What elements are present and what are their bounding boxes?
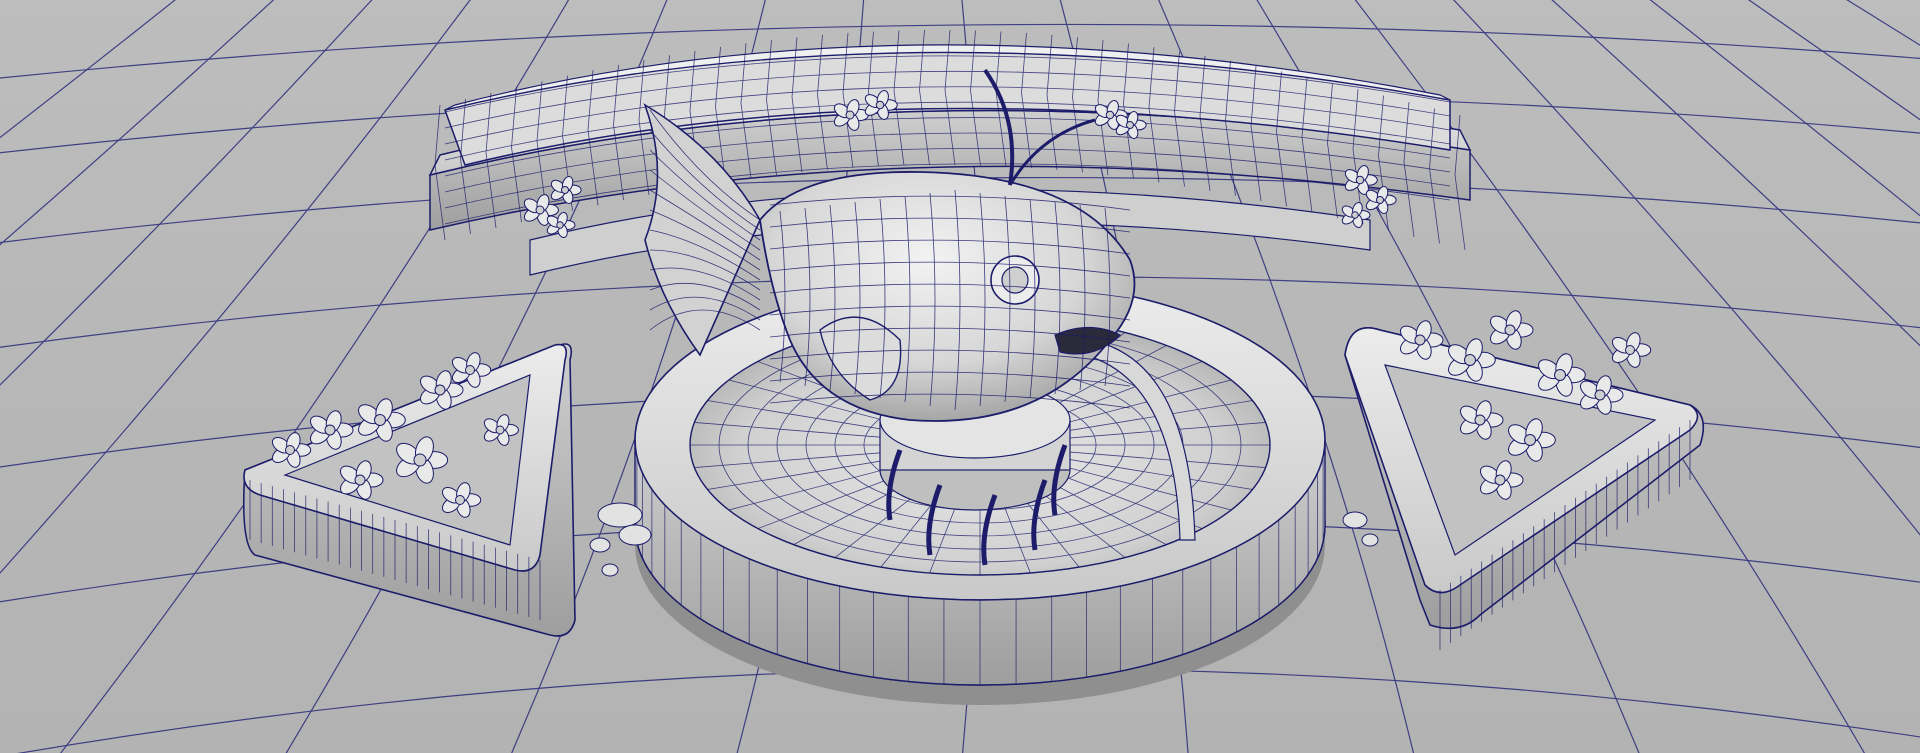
right-triangular-planter[interactable] (1344, 327, 1705, 650)
flower (1489, 310, 1534, 350)
flower (1611, 332, 1652, 368)
3d-viewport[interactable] (0, 0, 1920, 753)
left-triangular-planter[interactable] (242, 343, 576, 637)
viewport-canvas[interactable] (0, 0, 1920, 753)
